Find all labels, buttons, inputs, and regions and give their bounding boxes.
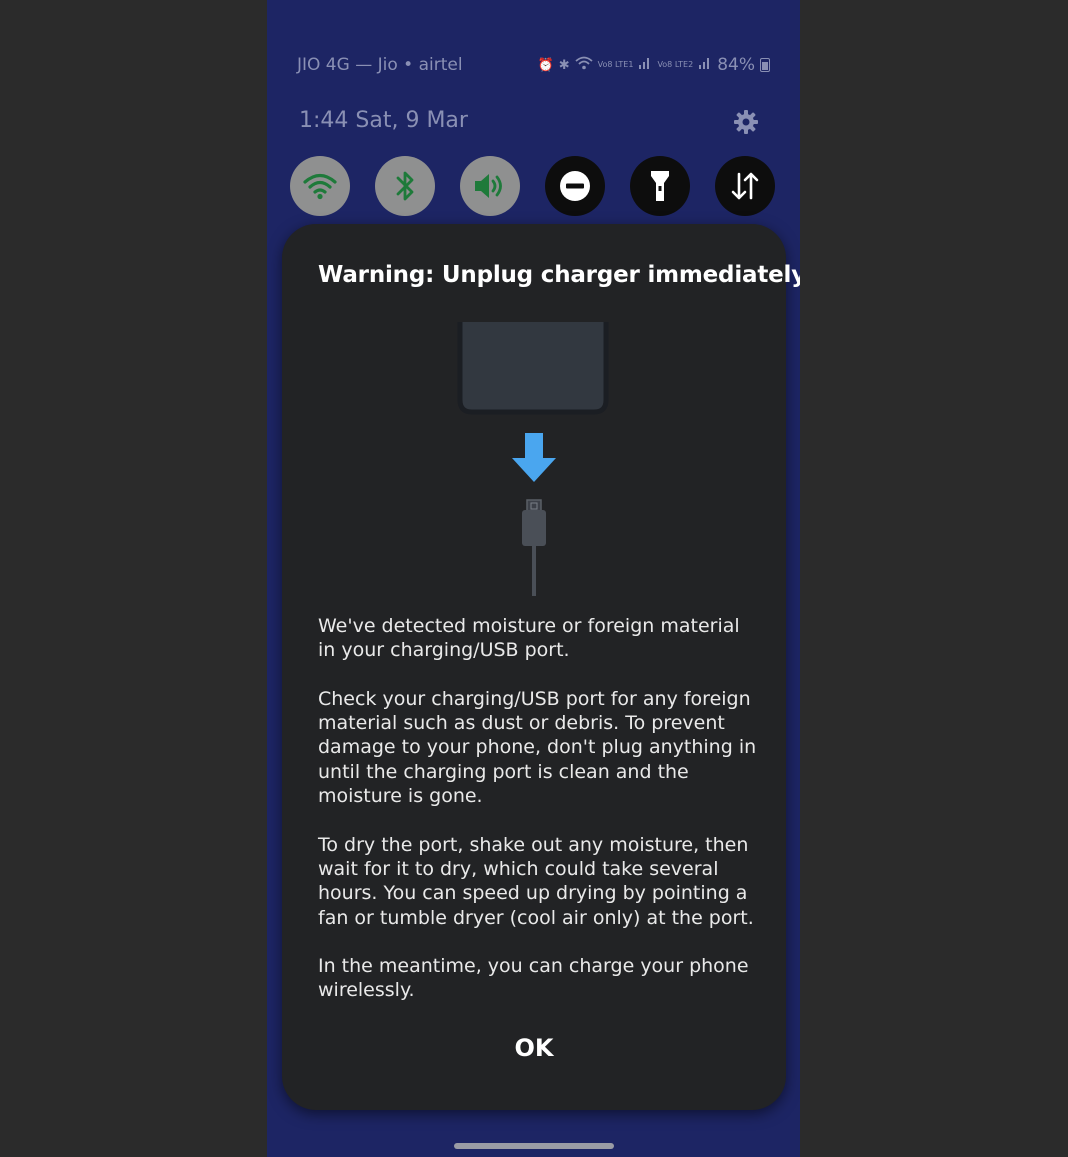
usb-cable-icon [522, 499, 546, 596]
flashlight-icon [651, 171, 669, 201]
signal-icon-2 [698, 56, 712, 74]
status-bar: JIO 4G — Jio • airtel ⏰ ✱ Vo8 LTE1 Vo8 L… [297, 52, 770, 78]
signal-icon-1 [638, 56, 652, 74]
message-paragraph-3: To dry the port, shake out any moisture,… [318, 833, 754, 929]
flashlight-toggle[interactable] [630, 156, 690, 216]
dialog-message: We've detected moisture or foreign mater… [318, 614, 758, 1027]
message-paragraph-1: We've detected moisture or foreign mater… [318, 615, 740, 662]
volte-label-2: Vo8 LTE2 [657, 60, 694, 69]
date-time: 1:44 Sat, 9 Mar [299, 108, 468, 133]
quick-settings-row [290, 156, 775, 216]
mobile-data-icon [731, 172, 759, 200]
bluetooth-status-icon: ✱ [558, 57, 570, 73]
wifi-toggle[interactable] [290, 156, 350, 216]
status-icons: ⏰ ✱ Vo8 LTE1 Vo8 LTE2 84% [538, 55, 770, 75]
ok-button[interactable]: OK [282, 1034, 786, 1062]
wifi-icon [303, 173, 337, 200]
battery-percent: 84% [717, 55, 755, 75]
bluetooth-toggle[interactable] [375, 156, 435, 216]
bluetooth-icon [396, 171, 414, 201]
mobile-data-toggle[interactable] [715, 156, 775, 216]
phone-bottom-icon [457, 322, 609, 415]
battery-icon [760, 58, 770, 72]
volte-label-1: Vo8 LTE1 [597, 60, 634, 69]
phone-screen: JIO 4G — Jio • airtel ⏰ ✱ Vo8 LTE1 Vo8 L… [267, 0, 800, 1157]
sound-toggle[interactable] [460, 156, 520, 216]
wifi-status-icon [575, 56, 593, 74]
do-not-disturb-icon [560, 171, 590, 201]
home-indicator[interactable] [454, 1143, 614, 1149]
message-paragraph-2: Check your charging/USB port for any for… [318, 687, 757, 808]
moisture-warning-dialog: Warning: Unplug charger immediately We'v… [282, 224, 800, 1110]
alarm-icon: ⏰ [537, 57, 554, 73]
do-not-disturb-toggle[interactable] [545, 156, 605, 216]
message-paragraph-4: In the meantime, you can charge your pho… [318, 955, 749, 1002]
sound-icon [475, 174, 502, 198]
arrow-down-icon [512, 433, 556, 482]
gear-icon[interactable] [732, 108, 760, 136]
unplug-illustration [457, 322, 609, 596]
dialog-title: Warning: Unplug charger immediately [318, 262, 800, 288]
carrier-label: JIO 4G — Jio • airtel [297, 55, 463, 75]
